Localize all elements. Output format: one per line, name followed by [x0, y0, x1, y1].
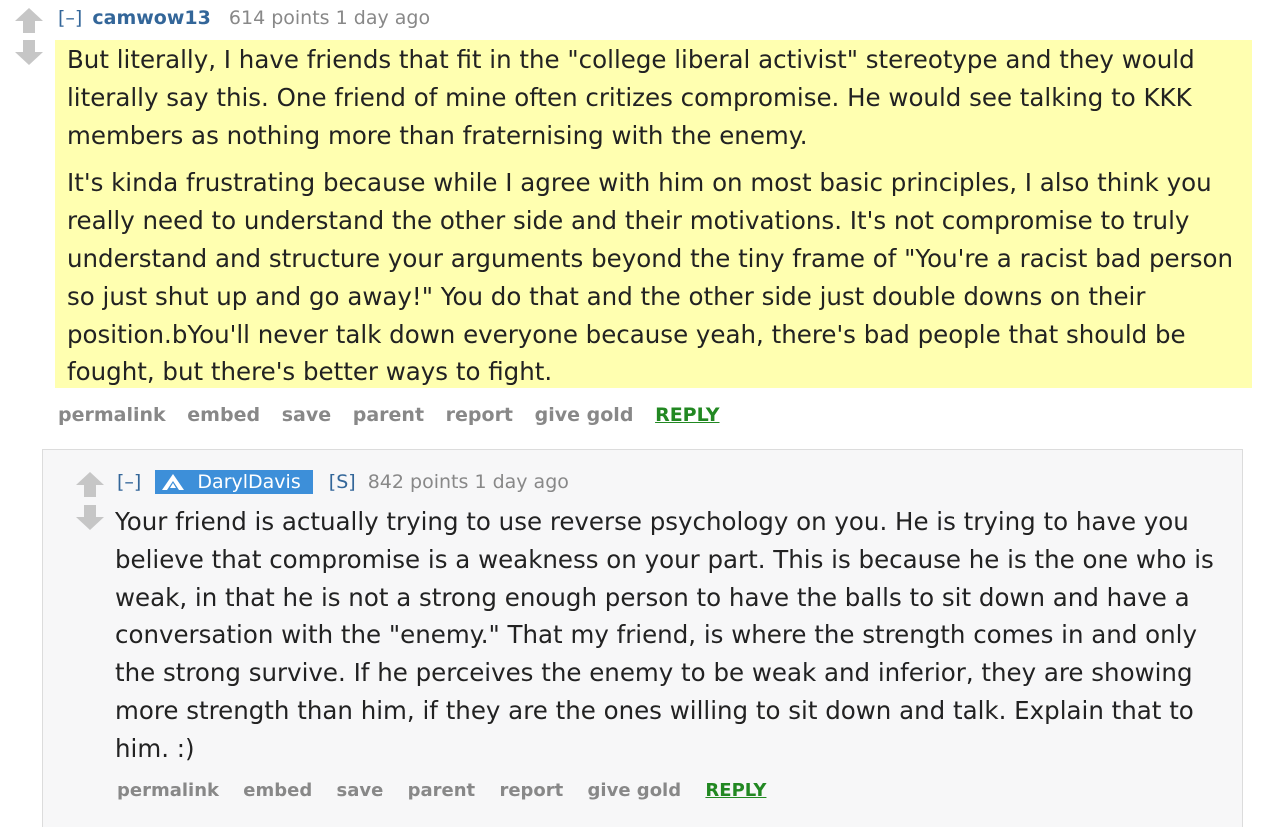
reply-tagline: [–] DarylDavis [S] 842 points 1 day ago: [117, 470, 569, 494]
embed-button[interactable]: embed: [187, 404, 260, 426]
collapse-toggle[interactable]: [–]: [58, 7, 82, 29]
give-gold-button[interactable]: give gold: [588, 780, 682, 801]
embed-button[interactable]: embed: [243, 780, 312, 801]
save-button[interactable]: save: [282, 404, 331, 426]
reply-body: Your friend is actually trying to use re…: [115, 503, 1225, 768]
comment-body: But literally, I have friends that fit i…: [55, 40, 1252, 388]
submitter-tag[interactable]: [S]: [329, 471, 356, 493]
comment-thread: [–] camwow13 614 points 1 day ago But li…: [0, 0, 1280, 827]
comment-author[interactable]: camwow13: [92, 7, 210, 29]
permalink-button[interactable]: permalink: [117, 780, 219, 801]
comment-paragraph: But literally, I have friends that fit i…: [67, 45, 1195, 150]
give-gold-button[interactable]: give gold: [535, 404, 634, 426]
upvote-arrow-icon[interactable]: [72, 470, 108, 500]
reply-button[interactable]: REPLY: [655, 404, 719, 426]
reply-button[interactable]: REPLY: [705, 780, 766, 801]
reply-author: DarylDavis: [197, 471, 301, 493]
reply-time: 1 day ago: [474, 471, 569, 493]
report-button[interactable]: report: [499, 780, 563, 801]
reply-paragraph: Your friend is actually trying to use re…: [115, 507, 1214, 763]
save-button[interactable]: save: [337, 780, 384, 801]
downvote-arrow-icon[interactable]: [11, 37, 47, 67]
downvote-arrow-icon[interactable]: [72, 502, 108, 532]
permalink-button[interactable]: permalink: [58, 404, 166, 426]
upvote-arrow-icon[interactable]: [11, 6, 47, 36]
collapse-toggle[interactable]: [–]: [117, 471, 141, 493]
reply-action-buttons: permalink embed save parent report give …: [117, 780, 766, 801]
comment-time: 1 day ago: [335, 7, 431, 29]
comment-tagline: [–] camwow13 614 points 1 day ago: [58, 6, 430, 30]
comment-score: 614 points: [228, 7, 330, 29]
report-button[interactable]: report: [446, 404, 513, 426]
reply-score: 842 points: [367, 471, 469, 493]
parent-button[interactable]: parent: [408, 780, 476, 801]
comment-action-buttons: permalink embed save parent report give …: [58, 404, 720, 426]
comment-paragraph: It's kinda frustrating because while I a…: [67, 168, 1233, 387]
submitter-flair-icon: [162, 474, 185, 490]
submitter-author-badge[interactable]: DarylDavis: [155, 470, 313, 494]
parent-button[interactable]: parent: [353, 404, 424, 426]
